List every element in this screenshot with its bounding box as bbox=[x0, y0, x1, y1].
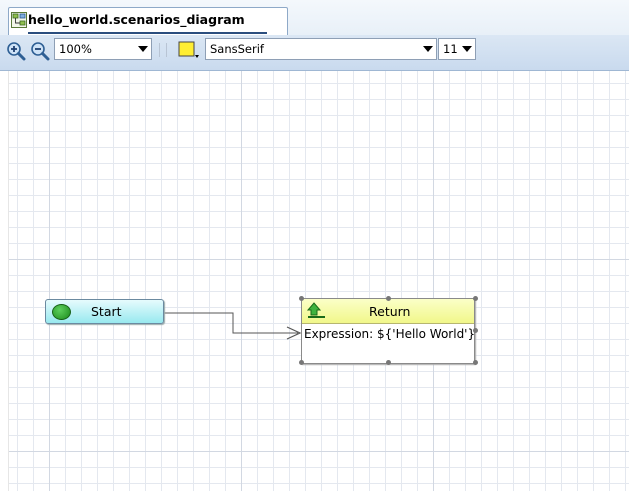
return-expression: Expression: ${'Hello World'} bbox=[304, 327, 476, 341]
resize-handle[interactable] bbox=[473, 360, 478, 365]
return-node-header: Return bbox=[302, 299, 474, 324]
flow-connector[interactable] bbox=[0, 0, 629, 491]
resize-handle[interactable] bbox=[473, 296, 478, 301]
resize-handle[interactable] bbox=[473, 328, 478, 333]
start-circle-icon bbox=[52, 304, 71, 320]
resize-handle[interactable] bbox=[299, 296, 304, 301]
return-arrow-icon bbox=[307, 302, 327, 319]
start-node[interactable]: Start bbox=[45, 299, 164, 324]
return-node[interactable]: Return Expression: ${'Hello World'} bbox=[301, 298, 475, 364]
start-node-label: Start bbox=[91, 304, 122, 319]
resize-handle[interactable] bbox=[386, 360, 391, 365]
return-node-label: Return bbox=[369, 304, 411, 319]
resize-handle[interactable] bbox=[299, 360, 304, 365]
resize-handle[interactable] bbox=[386, 296, 391, 301]
